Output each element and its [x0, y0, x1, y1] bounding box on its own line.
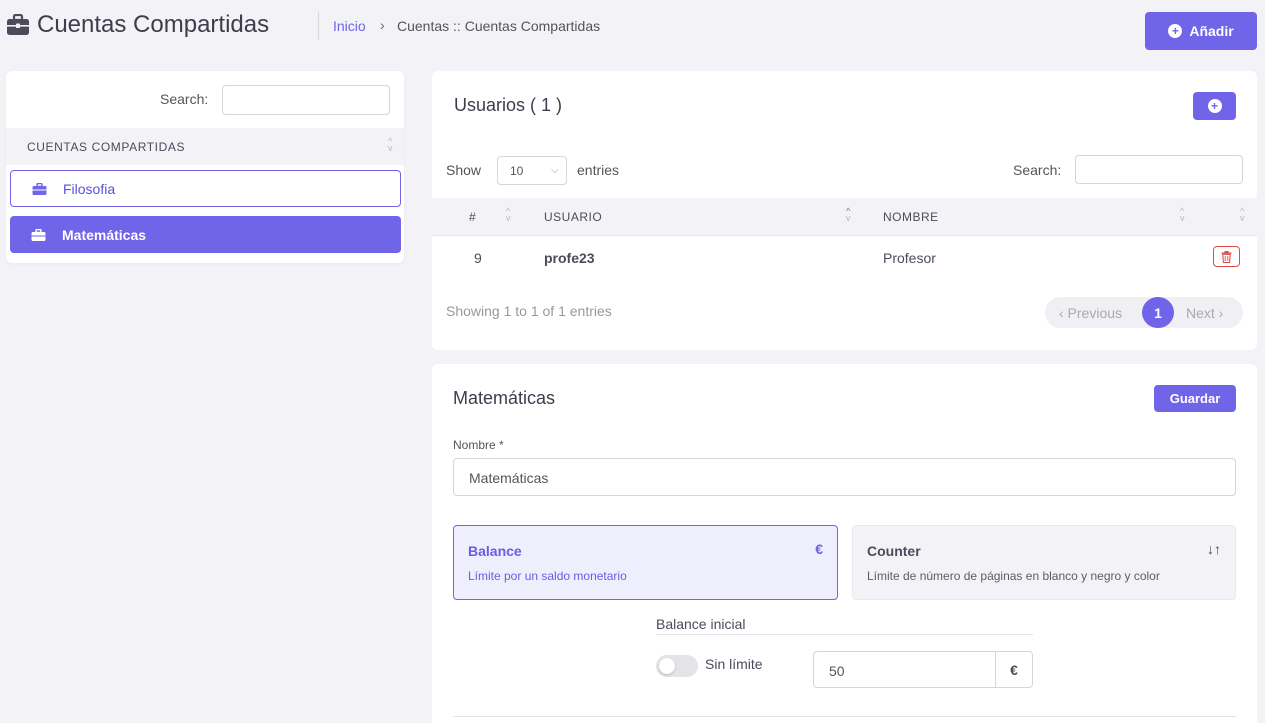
add-button-label: Añadir — [1189, 23, 1234, 39]
cell-usuario: profe23 — [544, 250, 595, 266]
option-title: Counter — [867, 543, 921, 559]
pagination: ‹ Previous 1 Next › — [1045, 297, 1243, 328]
no-limit-label: Sin límite — [705, 656, 763, 672]
trash-icon — [1221, 250, 1232, 263]
entries-select[interactable]: 10 ⌵ — [497, 156, 567, 185]
counter-option-card[interactable]: Counter ↓↑ Límite de número de páginas e… — [852, 525, 1236, 600]
toggle-knob — [659, 658, 675, 674]
breadcrumb-home-link[interactable]: Inicio — [333, 18, 366, 34]
sort-arrows-icon: ^ v — [506, 206, 511, 223]
users-search-label: Search: — [1013, 162, 1062, 178]
briefcase-icon — [7, 14, 29, 35]
table-header-row: # ^ v USUARIO ^ v NOMBRE ^ v ^ v — [432, 198, 1257, 236]
accounts-search-input[interactable] — [222, 85, 390, 115]
briefcase-icon — [32, 182, 47, 195]
edit-divider — [453, 716, 1236, 717]
sort-arrows-icon: ^ v — [388, 136, 393, 153]
entries-select-value: 10 — [510, 164, 524, 178]
accounts-column-header[interactable]: CUENTAS COMPARTIDAS ^ v — [6, 128, 404, 165]
plus-circle-icon: + — [1168, 24, 1183, 38]
accounts-search-label: Search: — [160, 91, 209, 107]
previous-page-button[interactable]: ‹ Previous — [1059, 305, 1122, 321]
column-header-id[interactable]: # — [469, 210, 476, 224]
accounts-column-label: CUENTAS COMPARTIDAS — [27, 140, 186, 154]
sort-arrows-icon: ^ v — [846, 206, 851, 223]
column-header-nombre[interactable]: NOMBRE — [883, 210, 939, 224]
balance-option-card[interactable]: Balance € Límite por un saldo monetario — [453, 525, 838, 600]
header-divider — [318, 12, 319, 40]
table-info: Showing 1 to 1 of 1 entries — [446, 303, 612, 319]
sort-numeric-icon: ↓↑ — [1207, 541, 1221, 557]
no-limit-toggle[interactable] — [656, 655, 698, 677]
option-title: Balance — [468, 543, 522, 559]
cell-id: 9 — [474, 250, 482, 266]
page-1-button[interactable]: 1 — [1142, 297, 1174, 328]
chevron-down-icon: ⌵ — [551, 165, 559, 176]
accounts-panel: Search: CUENTAS COMPARTIDAS ^ v Filosofia… — [6, 71, 404, 263]
balance-label: Balance inicial — [656, 616, 746, 632]
users-search-input[interactable] — [1075, 155, 1243, 184]
plus-circle-icon: + — [1207, 99, 1222, 113]
users-title: Usuarios ( 1 ) — [454, 95, 563, 115]
users-card: Usuarios ( 1 ) + Show 10 ⌵ entries Searc… — [432, 71, 1257, 350]
delete-user-button[interactable] — [1213, 246, 1240, 267]
add-button[interactable]: + Añadir — [1145, 12, 1257, 50]
balance-label-divider — [656, 634, 1033, 635]
add-user-button[interactable]: + — [1193, 92, 1236, 120]
account-item-label: Filosofia — [63, 180, 116, 197]
briefcase-icon — [31, 228, 46, 241]
account-item-matematicas[interactable]: Matemáticas — [10, 216, 401, 253]
option-description: Límite de número de páginas en blanco y … — [867, 569, 1160, 583]
breadcrumb-current: Cuentas :: Cuentas Compartidas — [397, 18, 601, 34]
account-item-label: Matemáticas — [62, 226, 147, 243]
name-label: Nombre * — [453, 438, 504, 452]
currency-addon: € — [995, 651, 1033, 688]
account-item-filosofia[interactable]: Filosofia — [10, 170, 401, 207]
sort-arrows-icon: ^ v — [1180, 206, 1185, 223]
next-page-button[interactable]: Next › — [1186, 305, 1223, 321]
save-button[interactable]: Guardar — [1154, 385, 1236, 412]
column-header-usuario[interactable]: USUARIO — [544, 210, 602, 224]
entries-label: entries — [577, 162, 620, 178]
balance-input[interactable]: 50 — [813, 651, 996, 688]
edit-title: Matemáticas — [453, 388, 556, 408]
page-title: Cuentas Compartidas — [37, 11, 270, 38]
account-edit-card: Matemáticas Guardar Nombre * Matemáticas… — [432, 364, 1257, 723]
euro-icon: € — [815, 541, 823, 557]
show-label: Show — [446, 162, 482, 178]
name-input[interactable]: Matemáticas — [453, 458, 1236, 496]
breadcrumb-separator: › — [380, 17, 385, 33]
sort-arrows-icon: ^ v — [1240, 206, 1245, 223]
cell-nombre: Profesor — [883, 250, 936, 266]
option-description: Límite por un saldo monetario — [468, 569, 627, 583]
